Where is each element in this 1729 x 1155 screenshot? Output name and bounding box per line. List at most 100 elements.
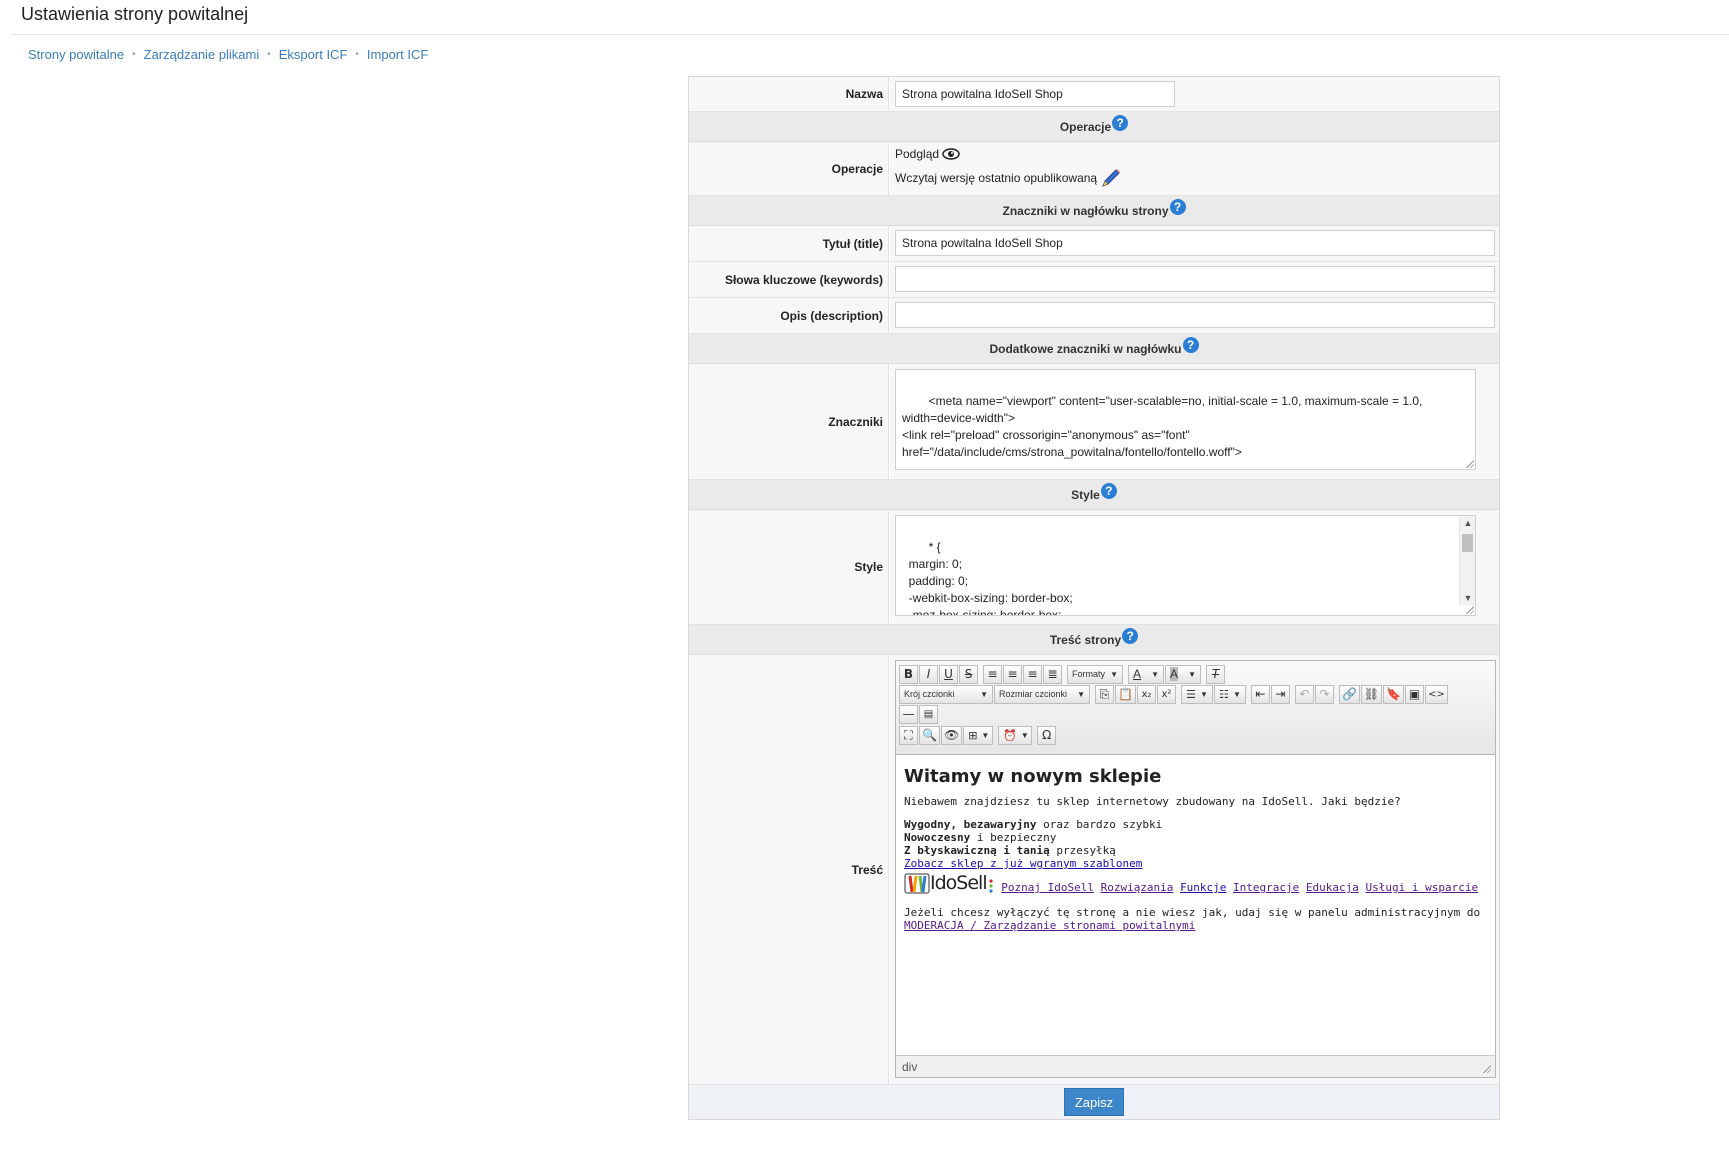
eye-icon bbox=[942, 148, 960, 160]
unlink-icon[interactable]: ⛓ bbox=[1360, 684, 1383, 704]
scroll-down-icon[interactable]: ▼ bbox=[1460, 591, 1475, 605]
align-right-icon[interactable]: ≡ bbox=[1023, 664, 1042, 684]
link-rozwiazania[interactable]: Rozwiązania bbox=[1101, 881, 1174, 894]
numbered-list-dropdown[interactable]: ☷ ▼ bbox=[1213, 684, 1246, 704]
indent-icon[interactable]: ⇥ bbox=[1270, 684, 1290, 704]
preview-icon[interactable]: 👁 bbox=[940, 725, 963, 745]
style-label: Style bbox=[689, 510, 889, 624]
insert-datetime-dropdown[interactable]: ⏰ ▼ bbox=[998, 725, 1033, 745]
link-import-icf[interactable]: Import ICF bbox=[367, 47, 428, 62]
editor-content[interactable]: Witamy w nowym sklepie Niebawem znajdzie… bbox=[896, 756, 1495, 1056]
numbered-list-icon: ☷ bbox=[1218, 688, 1229, 701]
chevron-down-icon: ▼ bbox=[1151, 669, 1159, 679]
image-icon[interactable]: ▣ bbox=[1405, 684, 1425, 704]
code-icon[interactable]: <> bbox=[1425, 684, 1448, 704]
font-family-dropdown[interactable]: Krój czcionki ▼ bbox=[899, 684, 993, 704]
formats-dropdown[interactable]: Formaty ▼ bbox=[1067, 664, 1123, 684]
scroll-thumb[interactable] bbox=[1462, 534, 1473, 552]
link-funkcje[interactable]: Funkcje bbox=[1180, 881, 1226, 894]
resize-handle[interactable] bbox=[1483, 1065, 1491, 1073]
chevron-down-icon: ▼ bbox=[1020, 730, 1029, 740]
table-dropdown[interactable]: ⊞ ▼ bbox=[963, 725, 994, 745]
feature-1-text: oraz bardzo szybki bbox=[1036, 818, 1163, 831]
help-icon[interactable]: ? bbox=[1112, 114, 1129, 131]
link-strony-powitalne[interactable]: Strony powitalne bbox=[28, 47, 124, 62]
help-icon[interactable]: ? bbox=[1182, 336, 1199, 353]
text-color-icon: A bbox=[1133, 667, 1142, 681]
resize-handle[interactable] bbox=[1466, 606, 1474, 614]
logo-dots bbox=[989, 879, 993, 893]
page-title: Ustawienia strony powitalnej bbox=[21, 4, 249, 24]
template-preview-link[interactable]: Zobacz sklep z już wgranym szablonem bbox=[904, 857, 1142, 870]
rich-text-editor: B I U S ≡ ≡ ≡ ≣ Formaty ▼ A ▼ A ▼ T Krój… bbox=[895, 660, 1496, 1078]
section-content-title: Treść strony bbox=[1049, 632, 1122, 647]
load-last-link[interactable]: Wczytaj wersję ostatnio opublikowaną bbox=[895, 167, 1122, 189]
scroll-up-icon[interactable]: ▲ bbox=[1460, 516, 1475, 530]
idosell-logo-mark bbox=[904, 873, 930, 894]
feature-3-text: przesyłką bbox=[1049, 844, 1116, 857]
paste-icon[interactable]: 📋 bbox=[1115, 684, 1136, 704]
row-style: Style * { margin: 0; padding: 0; -webkit… bbox=[689, 510, 1499, 625]
feature-2-bold: Nowoczesny bbox=[904, 831, 971, 844]
background-color-dropdown[interactable]: A ▼ bbox=[1165, 664, 1201, 684]
align-justify-icon[interactable]: ≣ bbox=[1043, 664, 1062, 684]
content-intro: Niebawem znajdziesz tu sklep internetowy… bbox=[904, 795, 1401, 808]
section-extra-tags: Dodatkowe znaczniki w nagłówku ? bbox=[689, 334, 1499, 364]
keywords-input[interactable] bbox=[895, 266, 1495, 292]
find-replace-icon[interactable]: 🔍 bbox=[919, 725, 940, 745]
section-operations: Operacje ? bbox=[689, 112, 1499, 142]
separator: • bbox=[267, 49, 271, 60]
save-button[interactable]: Zapisz bbox=[1063, 1088, 1125, 1116]
align-center-icon[interactable]: ≡ bbox=[1003, 664, 1022, 684]
font-size-dropdown[interactable]: Rozmiar czcionki ▼ bbox=[994, 684, 1090, 704]
bullet-list-dropdown[interactable]: ☰ ▼ bbox=[1180, 684, 1213, 704]
resize-handle[interactable] bbox=[1466, 460, 1474, 468]
link-uslugi-i-wsparcie[interactable]: Usługi i wsparcie bbox=[1366, 881, 1479, 894]
italic-icon[interactable]: I bbox=[919, 664, 938, 684]
undo-icon[interactable]: ↶ bbox=[1294, 684, 1314, 704]
horizontal-rule-icon[interactable]: — bbox=[899, 704, 918, 724]
link-integracje[interactable]: Integracje bbox=[1233, 881, 1299, 894]
link-eksport-icf[interactable]: Eksport ICF bbox=[279, 47, 348, 62]
clear-formatting-icon[interactable]: T bbox=[1206, 664, 1225, 684]
name-label: Nazwa bbox=[689, 77, 889, 111]
subscript-icon[interactable]: x₂ bbox=[1136, 684, 1156, 704]
bold-icon[interactable]: B bbox=[899, 664, 918, 684]
special-character-icon[interactable]: Ω bbox=[1037, 725, 1057, 745]
scrollbar[interactable]: ▲ ▼ bbox=[1459, 516, 1475, 605]
description-input[interactable] bbox=[895, 302, 1495, 328]
text-color-dropdown[interactable]: A ▼ bbox=[1128, 664, 1164, 684]
help-icon[interactable]: ? bbox=[1169, 198, 1186, 215]
moderation-link[interactable]: MODERACJA / Zarządzanie stronami powital… bbox=[904, 919, 1195, 932]
strikethrough-icon[interactable]: S bbox=[959, 664, 978, 684]
align-left-icon[interactable]: ≡ bbox=[983, 664, 1002, 684]
fullscreen-icon[interactable]: ⛶ bbox=[899, 725, 918, 745]
preview-link[interactable]: Podgląd bbox=[895, 147, 960, 161]
redo-icon[interactable]: ↷ bbox=[1314, 684, 1334, 704]
help-icon[interactable]: ? bbox=[1122, 627, 1139, 644]
content-label: Treść bbox=[689, 655, 889, 1084]
keywords-label: Słowa kluczowe (keywords) bbox=[689, 262, 889, 297]
link-edukacja[interactable]: Edukacja bbox=[1306, 881, 1359, 894]
content-heading: Witamy w nowym sklepie bbox=[904, 766, 1162, 787]
row-title: Tytuł (title) bbox=[689, 226, 1499, 262]
link-zarzadzanie-plikami[interactable]: Zarządzanie plikami bbox=[144, 47, 260, 62]
copy-icon[interactable]: ⎘ bbox=[1095, 684, 1114, 704]
description-label: Opis (description) bbox=[689, 298, 889, 333]
superscript-icon[interactable]: x² bbox=[1156, 684, 1176, 704]
form-actions: Zapisz bbox=[689, 1085, 1499, 1119]
font-size-label: Rozmiar czcionki bbox=[999, 689, 1068, 699]
bookmark-icon[interactable]: 🔖 bbox=[1383, 684, 1405, 704]
link-poznaj-idosell[interactable]: Poznaj IdoSell bbox=[1001, 881, 1094, 894]
chevron-down-icon: ▼ bbox=[1110, 669, 1118, 679]
media-icon[interactable]: ▤ bbox=[919, 704, 938, 724]
outdent-icon[interactable]: ⇤ bbox=[1250, 684, 1270, 704]
tags-textarea[interactable]: <meta name="viewport" content="user-scal… bbox=[895, 369, 1476, 470]
help-icon[interactable]: ? bbox=[1100, 482, 1117, 499]
chevron-down-icon: ▼ bbox=[1077, 689, 1085, 699]
title-input[interactable] bbox=[895, 230, 1495, 256]
style-textarea[interactable]: * { margin: 0; padding: 0; -webkit-box-s… bbox=[895, 515, 1476, 616]
underline-icon[interactable]: U bbox=[939, 664, 958, 684]
link-icon[interactable]: 🔗 bbox=[1338, 684, 1360, 704]
name-input[interactable] bbox=[895, 81, 1175, 107]
